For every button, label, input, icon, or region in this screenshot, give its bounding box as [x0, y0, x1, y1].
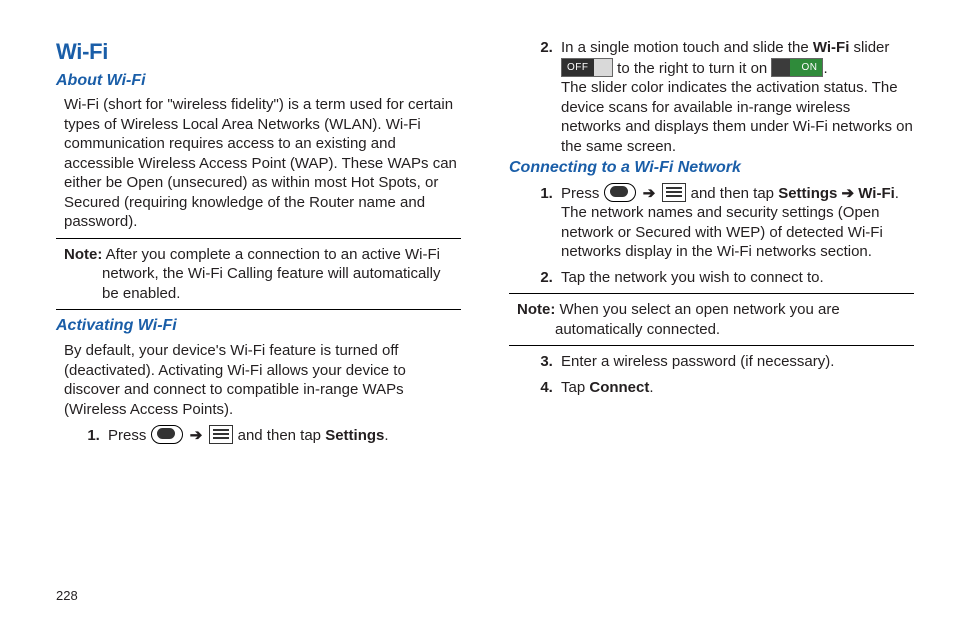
- slider-off-icon: OFF: [561, 58, 613, 77]
- step-text: Press: [561, 185, 604, 202]
- list-item: In a single motion touch and slide the W…: [557, 38, 914, 156]
- note-text: After you complete a connection to an ac…: [102, 246, 440, 302]
- step-text: and then tap: [691, 185, 779, 202]
- home-button-icon: [151, 425, 183, 444]
- divider: [56, 309, 461, 310]
- heading-about: About Wi-Fi: [56, 71, 461, 92]
- heading-activating: Activating Wi-Fi: [56, 316, 461, 337]
- slider-on-label: ON: [801, 61, 817, 74]
- list-item: Tap the network you wish to connect to.: [557, 268, 914, 288]
- settings-wifi-label: Settings ➔ Wi-Fi: [778, 185, 895, 202]
- about-body: Wi-Fi (short for "wireless fidelity") is…: [64, 95, 461, 232]
- page-number: 228: [56, 588, 78, 605]
- list-item: Press ➔ and then tap Settings ➔ Wi-Fi. T…: [557, 183, 914, 262]
- divider: [509, 293, 914, 294]
- step-text: slider: [849, 39, 889, 56]
- divider: [56, 238, 461, 239]
- home-button-icon: [604, 183, 636, 202]
- connect-label: Connect: [589, 379, 649, 396]
- slider-off-label: OFF: [567, 61, 589, 74]
- connecting-steps-cont: Enter a wireless password (if necessary)…: [523, 352, 914, 397]
- settings-label: Settings: [325, 427, 384, 444]
- wifi-label: Wi-Fi: [813, 39, 850, 56]
- note-label: Note:: [64, 246, 102, 263]
- note-connecting: Note: When you select an open network yo…: [509, 300, 914, 339]
- page-title: Wi-Fi: [56, 38, 461, 67]
- step-text: .: [649, 379, 653, 396]
- document-page: Wi-Fi About Wi-Fi Wi-Fi (short for "wire…: [0, 0, 954, 560]
- list-item: Tap Connect.: [557, 378, 914, 398]
- slider-on-icon: ON: [771, 58, 823, 77]
- step-text: .: [384, 427, 388, 444]
- activating-body: By default, your device's Wi-Fi feature …: [64, 341, 461, 419]
- divider: [509, 345, 914, 346]
- step-text: The network names and security settings …: [561, 204, 883, 260]
- connecting-steps: Press ➔ and then tap Settings ➔ Wi-Fi. T…: [523, 183, 914, 288]
- step-text: .: [823, 60, 827, 77]
- step-text: and then tap: [238, 427, 326, 444]
- step-text: Tap: [561, 379, 589, 396]
- menu-button-icon: [209, 425, 233, 444]
- step-text: to the right to turn it on: [617, 60, 771, 77]
- arrow-icon: ➔: [643, 185, 656, 202]
- note-label: Note:: [517, 301, 555, 318]
- arrow-icon: ➔: [190, 427, 203, 444]
- list-item: Enter a wireless password (if necessary)…: [557, 352, 914, 372]
- list-item: Press ➔ and then tap Settings.: [104, 425, 461, 446]
- step-text: In a single motion touch and slide the: [561, 39, 813, 56]
- note-text: When you select an open network you are …: [555, 301, 840, 338]
- step-text: The slider color indicates the activatio…: [561, 79, 913, 155]
- step-text: .: [895, 185, 899, 202]
- note-about: Note: After you complete a connection to…: [56, 245, 461, 304]
- menu-button-icon: [662, 183, 686, 202]
- step-text: Press: [108, 427, 151, 444]
- heading-connecting: Connecting to a Wi-Fi Network: [509, 158, 914, 179]
